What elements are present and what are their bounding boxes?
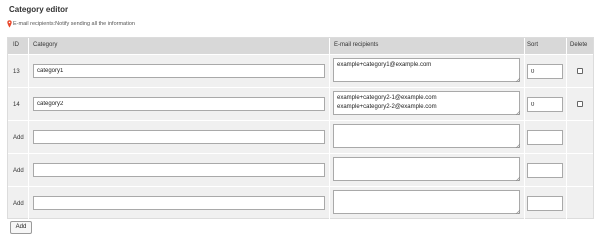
email-recipients-textarea[interactable]: example+category1@example.com — [333, 58, 520, 82]
row-id: Add — [13, 201, 24, 207]
email-recipients-textarea[interactable] — [333, 157, 520, 181]
category-input[interactable] — [33, 130, 325, 144]
category-input[interactable] — [33, 163, 325, 177]
header-sort: Sort — [527, 42, 539, 48]
table-row: Add — [8, 153, 593, 186]
row-id: 13 — [13, 69, 20, 75]
pin-icon — [7, 20, 12, 28]
resize-grip-icon[interactable] — [515, 110, 520, 115]
row-id: 14 — [13, 102, 20, 108]
table-row: Add — [8, 186, 593, 219]
hint-text: E-mail recipients:Notify sending all the… — [13, 21, 135, 27]
sort-input[interactable] — [527, 163, 563, 178]
page-title: Category editor — [9, 5, 69, 14]
row-id: Add — [13, 135, 24, 141]
delete-checkbox[interactable] — [577, 68, 583, 74]
hint-text-row: E-mail recipients:Notify sending all the… — [7, 20, 135, 28]
table-row: 13 example+category1@example.com — [8, 54, 593, 87]
category-table: ID Category E-mail recipients Sort Delet… — [7, 37, 594, 220]
category-input[interactable] — [33, 196, 325, 210]
sort-input[interactable] — [527, 97, 563, 112]
resize-grip-icon[interactable] — [515, 77, 520, 82]
sort-input[interactable] — [527, 64, 563, 79]
email-recipients-textarea[interactable] — [333, 124, 520, 148]
resize-grip-icon[interactable] — [515, 176, 520, 181]
category-editor-page: Category editor E-mail recipients:Notify… — [0, 0, 600, 242]
row-id: Add — [13, 168, 24, 174]
table-row: Add — [8, 120, 593, 153]
table-header: ID Category E-mail recipients Sort Delet… — [8, 38, 593, 54]
table-row: 14 example+category2-1@example.com examp… — [8, 87, 593, 120]
category-input[interactable] — [33, 64, 325, 78]
header-delete: Delete — [570, 42, 588, 48]
resize-grip-icon[interactable] — [515, 209, 520, 214]
sort-input[interactable] — [527, 196, 563, 211]
resize-grip-icon[interactable] — [515, 143, 520, 148]
add-button[interactable]: Add — [10, 221, 32, 234]
category-input[interactable] — [33, 97, 325, 111]
header-email: E-mail recipients — [334, 42, 379, 48]
delete-checkbox[interactable] — [577, 101, 583, 107]
header-category: Category — [33, 42, 58, 48]
email-recipients-textarea[interactable]: example+category2-1@example.com example+… — [333, 91, 520, 115]
sort-input[interactable] — [527, 130, 563, 145]
header-id: ID — [13, 42, 19, 48]
email-recipients-textarea[interactable] — [333, 190, 520, 214]
